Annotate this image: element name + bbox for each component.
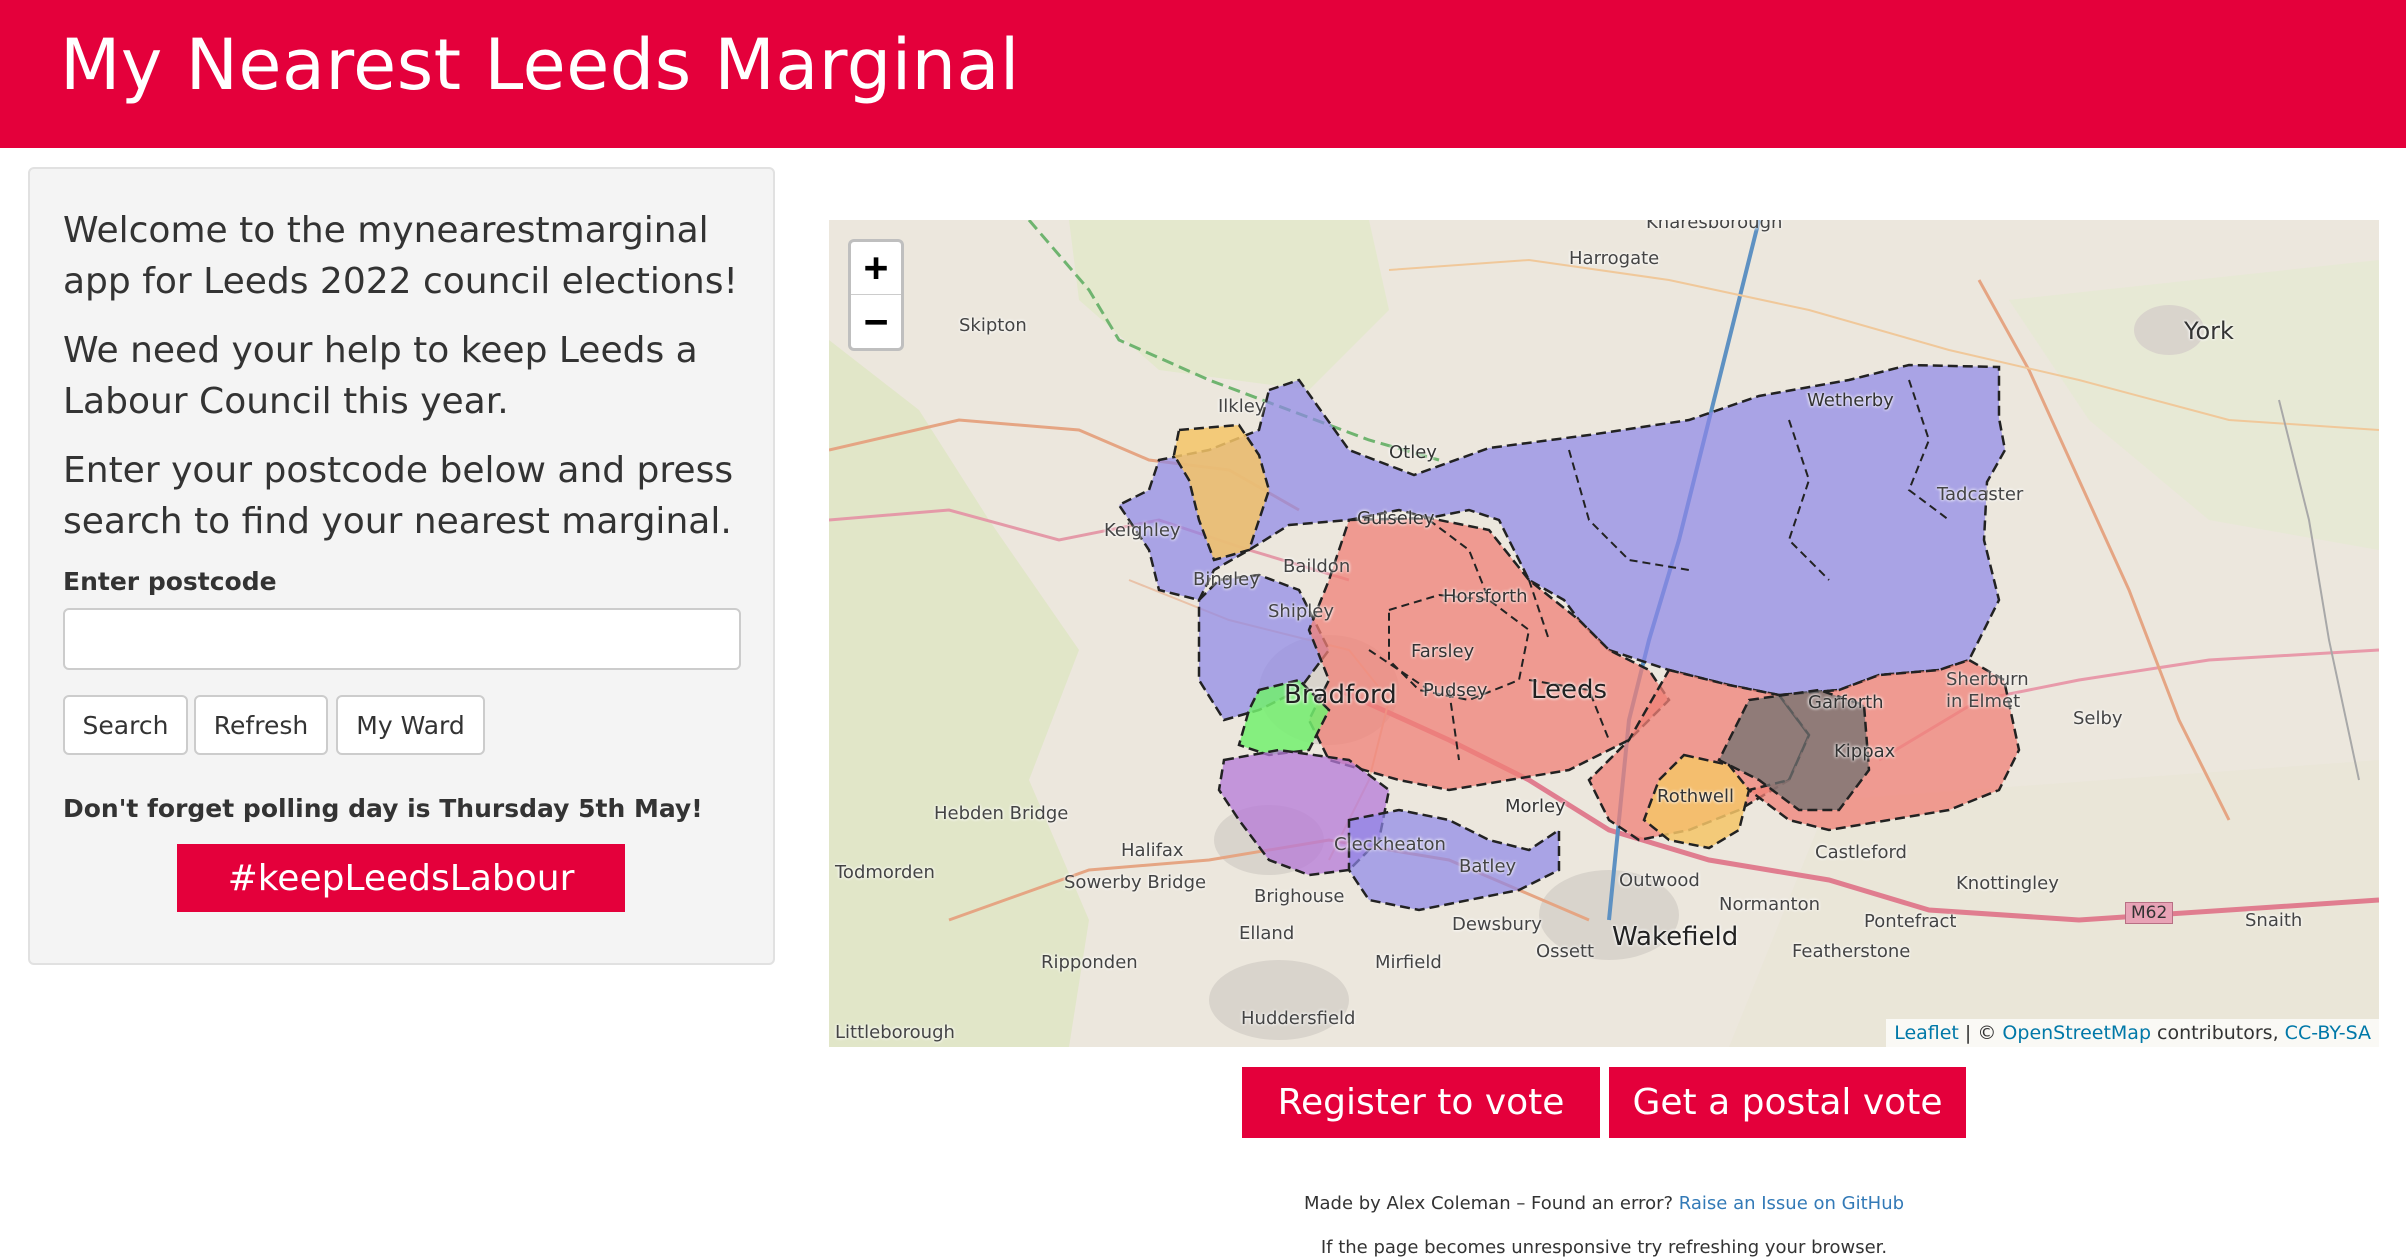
place-label: Halifax <box>1121 840 1184 861</box>
zoom-out-button[interactable]: − <box>851 295 901 348</box>
github-issue-link[interactable]: Raise an Issue on GitHub <box>1679 1193 1904 1214</box>
place-label: Wakefield <box>1612 922 1739 952</box>
place-label: Bingley <box>1193 569 1260 590</box>
m62-road-shield: M62 <box>2125 902 2174 924</box>
place-label: Knottingley <box>1956 873 2059 894</box>
place-label: Otley <box>1389 442 1437 463</box>
place-label: Skipton <box>959 315 1027 336</box>
place-label: Ripponden <box>1041 952 1138 973</box>
place-label: Littleborough <box>835 1022 955 1043</box>
place-label: Pontefract <box>1864 911 1957 932</box>
place-label: Hebden Bridge <box>934 803 1069 824</box>
place-label: Tadcaster <box>1937 484 2024 505</box>
keep-leeds-labour-button[interactable]: #keepLeedsLabour <box>177 844 625 912</box>
refresh-button[interactable]: Refresh <box>194 695 328 755</box>
place-label: Huddersfield <box>1241 1008 1356 1029</box>
intro-welcome: Welcome to the mynearestmarginal app for… <box>63 210 738 302</box>
made-by-text: Made by Alex Coleman – Found an error? <box>1303 1193 1679 1214</box>
place-label: Farsley <box>1411 641 1475 662</box>
place-label: Leeds <box>1531 675 1608 705</box>
register-to-vote-button[interactable]: Register to vote <box>1242 1067 1600 1138</box>
intro-instructions: Enter your postcode below and press sear… <box>63 450 734 542</box>
place-label: Todmorden <box>835 862 935 883</box>
place-label: Brighouse <box>1254 886 1345 907</box>
place-label: Keighley <box>1104 520 1181 541</box>
zoom-control: + − <box>848 239 904 351</box>
place-label: Sherburn in Elmet <box>1946 669 2029 712</box>
place-label: Ossett <box>1536 941 1595 962</box>
place-label: Snaith <box>2245 910 2303 931</box>
place-label: Kippax <box>1834 741 1896 762</box>
place-label: Dewsbury <box>1452 914 1542 935</box>
place-label: Cleckheaton <box>1334 834 1446 855</box>
osm-link[interactable]: OpenStreetMap <box>2002 1022 2151 1044</box>
postal-vote-button[interactable]: Get a postal vote <box>1609 1067 1966 1138</box>
place-label: Garforth <box>1808 692 1884 713</box>
place-label: Guiseley <box>1357 508 1435 529</box>
app-header: My Nearest Leeds Marginal <box>0 0 2406 148</box>
place-label: Batley <box>1459 856 1517 877</box>
place-label: Outwood <box>1619 870 1700 891</box>
map-attribution: Leaflet | © OpenStreetMap contributors, … <box>1886 1019 2379 1047</box>
sidebar-panel: Welcome to the mynearestmarginal app for… <box>28 167 775 965</box>
postcode-label: Enter postcode <box>63 567 277 596</box>
ward-map[interactable]: + − Knaresborough Harrogate Skipton York… <box>829 220 2379 1047</box>
place-label: Normanton <box>1719 894 1821 915</box>
place-label: Selby <box>2073 708 2123 729</box>
attribution-separator: | © <box>1958 1022 2003 1044</box>
place-label: Rothwell <box>1657 786 1734 807</box>
place-label: Castleford <box>1815 842 1907 863</box>
place-label: Horsforth <box>1443 586 1528 607</box>
search-button[interactable]: Search <box>63 695 188 755</box>
place-label: Harrogate <box>1569 248 1660 269</box>
place-label: Mirfield <box>1375 952 1442 973</box>
place-label: Featherstone <box>1792 941 1911 962</box>
leaflet-link[interactable]: Leaflet <box>1894 1022 1959 1044</box>
postcode-input[interactable] <box>63 608 741 670</box>
intro-help: We need your help to keep Leeds a Labour… <box>63 330 698 422</box>
place-label: Wetherby <box>1807 390 1894 411</box>
place-label: Morley <box>1505 796 1566 817</box>
place-label: Knaresborough <box>1646 220 1783 233</box>
license-link[interactable]: CC-BY-SA <box>2285 1022 2371 1044</box>
place-label: Shipley <box>1268 601 1334 622</box>
footer-unresponsive-note: If the page becomes unresponsive try ref… <box>1320 1237 1888 1258</box>
polling-day-note: Don't forget polling day is Thursday 5th… <box>63 794 703 823</box>
attribution-contributors: contributors, <box>2151 1022 2285 1044</box>
page-title: My Nearest Leeds Marginal <box>60 24 1020 106</box>
place-label: Pudsey <box>1423 680 1488 701</box>
place-label: Sowerby Bridge <box>1064 872 1207 893</box>
place-label: York <box>2184 317 2234 345</box>
place-label: Elland <box>1239 923 1295 944</box>
my-ward-button[interactable]: My Ward <box>336 695 485 755</box>
zoom-in-button[interactable]: + <box>851 242 901 295</box>
footer-credit: Made by Alex Coleman – Found an error? R… <box>829 1193 2379 1214</box>
place-label: Bradford <box>1284 680 1397 710</box>
place-label: Ilkley <box>1218 396 1266 417</box>
place-label: Baildon <box>1283 556 1351 577</box>
